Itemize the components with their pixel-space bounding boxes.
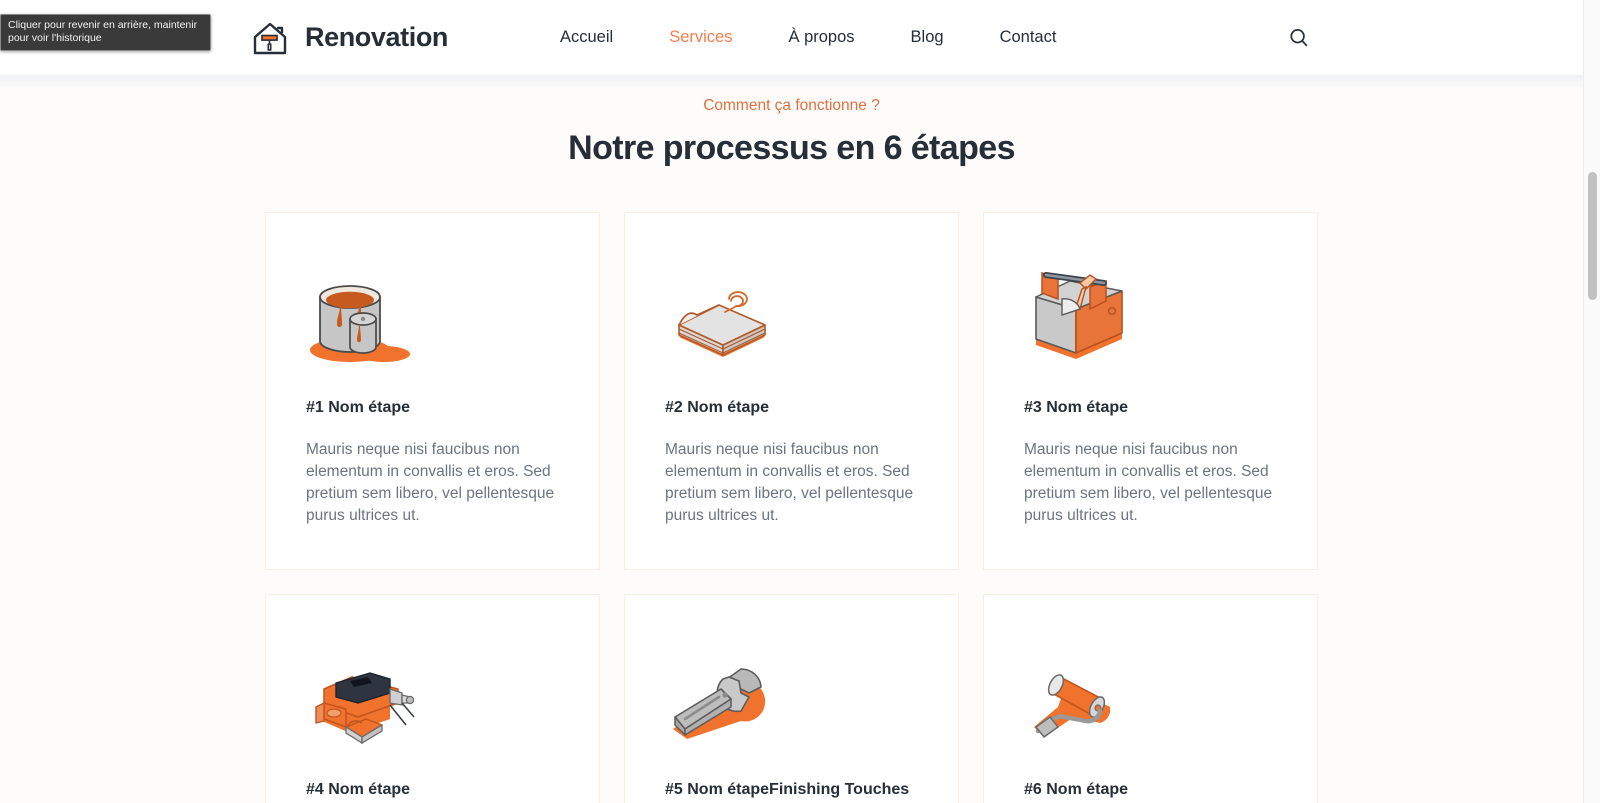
process-section: Comment ça fonctionne ? Notre processus … bbox=[0, 75, 1583, 803]
nav-item-services[interactable]: Services bbox=[669, 22, 732, 53]
page-title: Notre processus en 6 étapes bbox=[568, 129, 1015, 167]
nav-item-accueil[interactable]: Accueil bbox=[560, 22, 613, 53]
card-text: Mauris neque nisi faucibus non elementum… bbox=[665, 441, 914, 524]
process-card[interactable]: #4 Nom étape Mauris neque nisi faucibus … bbox=[265, 594, 600, 803]
back-button-tooltip: Cliquer pour revenir en arrière, mainten… bbox=[0, 14, 211, 51]
process-card[interactable]: #2 Nom étape Mauris neque nisi faucibus … bbox=[624, 212, 959, 570]
card-title: #1 Nom étape bbox=[306, 399, 411, 416]
paint-can-icon bbox=[306, 253, 559, 365]
power-drill-icon bbox=[306, 635, 559, 747]
card-title: #6 Nom étape bbox=[1024, 781, 1129, 798]
nav-item-blog[interactable]: Blog bbox=[911, 22, 944, 53]
page-scrollbar-track[interactable] bbox=[1583, 0, 1600, 803]
process-card[interactable]: #1 Nom étape Mauris neque nisi faucibus … bbox=[265, 212, 600, 570]
process-card[interactable]: #6 Nom étape Mauris neque nisi faucibus … bbox=[983, 594, 1318, 803]
card-title: #2 Nom étape bbox=[665, 399, 770, 416]
toolbox-icon bbox=[1024, 253, 1277, 365]
main-nav: Accueil Services À propos Blog Contact bbox=[560, 22, 1056, 53]
process-card-grid: #1 Nom étape Mauris neque nisi faucibus … bbox=[265, 212, 1318, 803]
nav-item-contact[interactable]: Contact bbox=[1000, 22, 1057, 53]
card-text: Mauris neque nisi faucibus non elementum… bbox=[1024, 441, 1273, 524]
search-icon[interactable] bbox=[1286, 25, 1312, 51]
paper-stack-icon bbox=[665, 253, 918, 365]
house-paint-roller-icon bbox=[248, 16, 292, 60]
card-text: Mauris neque nisi faucibus non elementum… bbox=[306, 441, 555, 524]
site-header: Renovation Accueil Services À propos Blo… bbox=[0, 0, 1583, 89]
process-card[interactable]: #5 Nom étapeFinishing Touches Mauris neq… bbox=[624, 594, 959, 803]
paint-roller-icon bbox=[1024, 635, 1277, 747]
process-card[interactable]: #3 Nom étape Mauris neque nisi faucibus … bbox=[983, 212, 1318, 570]
wrench-icon bbox=[665, 635, 918, 747]
nav-item-a-propos[interactable]: À propos bbox=[788, 22, 854, 53]
card-title: #5 Nom étapeFinishing Touches bbox=[665, 781, 910, 798]
card-title: #3 Nom étape bbox=[1024, 399, 1129, 416]
page-content: Renovation Accueil Services À propos Blo… bbox=[0, 0, 1583, 803]
brand-name: Renovation bbox=[305, 22, 449, 52]
browser-viewport: Renovation Accueil Services À propos Blo… bbox=[0, 0, 1600, 803]
card-title: #4 Nom étape bbox=[306, 781, 411, 798]
section-eyebrow: Comment ça fonctionne ? bbox=[703, 97, 880, 114]
brand-logo-link[interactable]: Renovation bbox=[248, 16, 448, 60]
page-scrollbar-thumb[interactable] bbox=[1588, 172, 1597, 300]
